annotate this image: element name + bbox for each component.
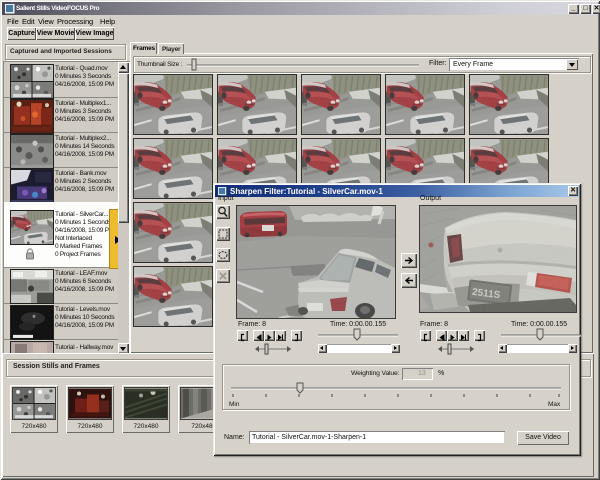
svg-text:Max: Max: [548, 401, 561, 408]
svg-text:Min: Min: [229, 401, 240, 408]
